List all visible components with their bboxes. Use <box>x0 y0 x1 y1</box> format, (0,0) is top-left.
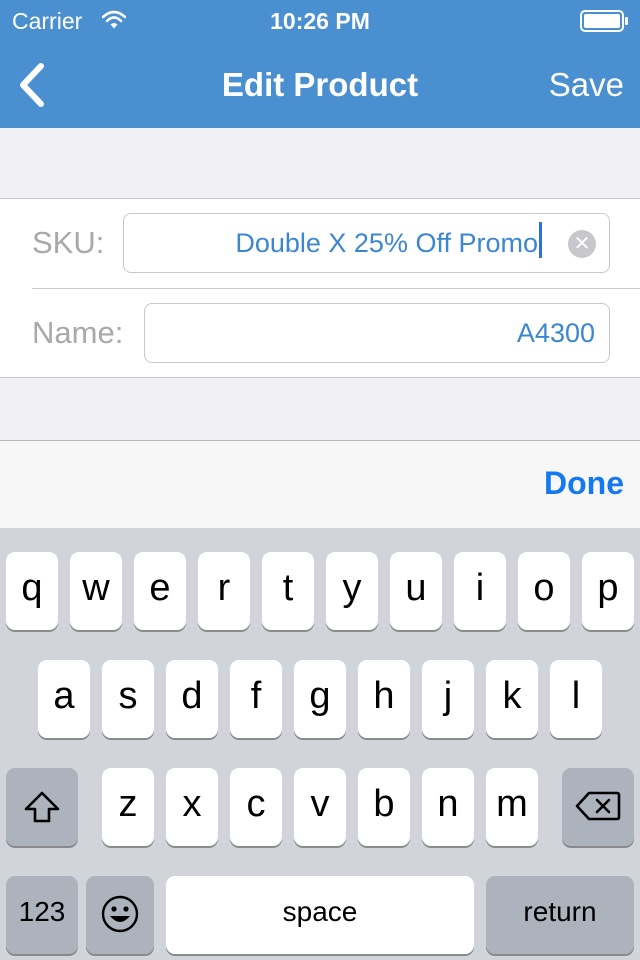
key-w[interactable]: w <box>70 552 122 630</box>
shift-arrow-icon <box>24 791 60 823</box>
done-button[interactable]: Done <box>544 465 624 502</box>
text-cursor <box>539 222 542 258</box>
key-t[interactable]: t <box>262 552 314 630</box>
key-j[interactable]: j <box>422 660 474 738</box>
key-a[interactable]: a <box>38 660 90 738</box>
key-d[interactable]: d <box>166 660 218 738</box>
key-e[interactable]: e <box>134 552 186 630</box>
name-field-value: A4300 <box>516 318 595 348</box>
key-k[interactable]: k <box>486 660 538 738</box>
sku-field-value: Double X 25% Off Promo <box>235 228 538 258</box>
emoji-icon <box>101 895 139 933</box>
page-title: Edit Product <box>221 66 419 103</box>
key-g[interactable]: g <box>294 660 346 738</box>
key-u[interactable]: u <box>390 552 442 630</box>
status-bar: Carrier 10:26 PM <box>0 0 640 40</box>
product-form: SKU: Double X 25% Off Promo ✕ Name: A430… <box>0 198 640 378</box>
key-b[interactable]: b <box>358 768 410 846</box>
return-key[interactable]: return <box>486 876 634 954</box>
keyboard-accessory-bar: Done <box>0 440 640 528</box>
key-p[interactable]: p <box>582 552 634 630</box>
sku-field[interactable]: Double X 25% Off Promo ✕ <box>123 213 610 273</box>
keyboard: q w e r t y u i o p a s d f g h j k l z … <box>0 528 640 960</box>
battery-icon <box>580 10 628 32</box>
emoji-key[interactable] <box>86 876 154 954</box>
shift-key[interactable] <box>6 768 78 846</box>
key-y[interactable]: y <box>326 552 378 630</box>
key-o[interactable]: o <box>518 552 570 630</box>
space-key[interactable]: space <box>166 876 474 954</box>
delete-key[interactable] <box>562 768 634 846</box>
name-field[interactable]: A4300 <box>144 303 610 363</box>
status-time: 10:26 PM <box>270 8 370 34</box>
name-label: Name: <box>32 315 124 350</box>
backspace-icon <box>575 791 621 821</box>
key-c[interactable]: c <box>230 768 282 846</box>
key-x[interactable]: x <box>166 768 218 846</box>
key-i[interactable]: i <box>454 552 506 630</box>
key-l[interactable]: l <box>550 660 602 738</box>
key-m[interactable]: m <box>486 768 538 846</box>
key-f[interactable]: f <box>230 660 282 738</box>
key-h[interactable]: h <box>358 660 410 738</box>
numbers-key[interactable]: 123 <box>6 876 78 954</box>
sku-label: SKU: <box>32 225 105 260</box>
navigation-header: Carrier 10:26 PM Edit Product Save <box>0 0 640 128</box>
key-r[interactable]: r <box>198 552 250 630</box>
save-button[interactable]: Save <box>549 66 624 104</box>
key-n[interactable]: n <box>422 768 474 846</box>
clear-text-icon[interactable]: ✕ <box>568 230 596 258</box>
row-divider <box>32 288 640 289</box>
key-q[interactable]: q <box>6 552 58 630</box>
key-z[interactable]: z <box>102 768 154 846</box>
key-s[interactable]: s <box>102 660 154 738</box>
key-v[interactable]: v <box>294 768 346 846</box>
